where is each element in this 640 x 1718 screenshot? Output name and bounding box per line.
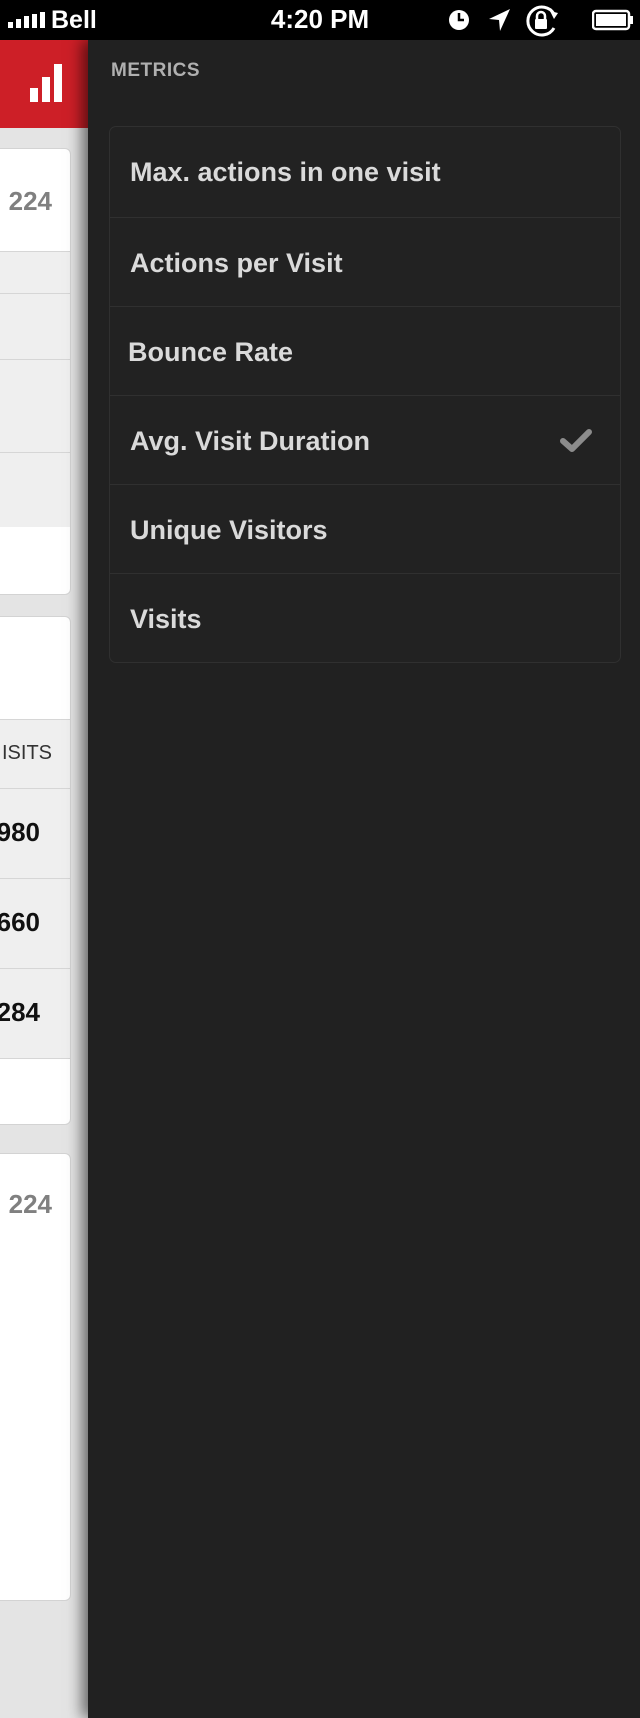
metric-label: Max. actions in one visit xyxy=(130,157,441,187)
chart-card[interactable]: 224 xyxy=(0,1153,71,1601)
checkmark-icon xyxy=(560,429,592,452)
table-row[interactable]: 660 xyxy=(0,878,70,969)
visits-table-card[interactable]: ISITS 980 660 284 xyxy=(0,616,71,1125)
metric-item-bounce-rate[interactable]: Bounce Rate xyxy=(110,306,620,395)
card-row xyxy=(0,251,70,294)
metric-label: Avg. Visit Duration xyxy=(130,426,371,456)
rotation-lock-icon xyxy=(526,5,558,37)
metric-label: Bounce Rate xyxy=(128,337,294,367)
table-header-row: ISITS xyxy=(0,719,70,789)
main-content-panel: 224 ISITS 980 660 284 224 xyxy=(0,40,88,1718)
chart-value: 224 xyxy=(8,1189,52,1219)
battery-icon xyxy=(592,9,633,31)
summary-card[interactable]: 224 xyxy=(0,148,71,595)
row-value: 660 xyxy=(0,907,40,937)
row-value: 284 xyxy=(0,997,40,1027)
metrics-drawer: METRICS Max. actions in one visit Action… xyxy=(88,40,640,1718)
metric-item-unique-visitors[interactable]: Unique Visitors xyxy=(110,484,620,573)
row-value: 980 xyxy=(0,817,40,847)
metric-item-max-actions[interactable]: Max. actions in one visit xyxy=(110,127,620,217)
metrics-list: Max. actions in one visit Actions per Vi… xyxy=(109,126,621,663)
table-row[interactable]: 980 xyxy=(0,788,70,879)
card-row xyxy=(0,359,70,453)
column-header: ISITS xyxy=(1,742,52,764)
metric-item-avg-visit-duration[interactable]: Avg. Visit Duration xyxy=(110,395,620,484)
app-header xyxy=(0,40,88,128)
status-bar: Bell 4:20 PM xyxy=(0,0,640,40)
table-row[interactable]: 284 xyxy=(0,968,70,1059)
metric-item-visits[interactable]: Visits xyxy=(110,573,620,662)
card-row xyxy=(0,293,70,360)
metric-item-actions-per-visit[interactable]: Actions per Visit xyxy=(110,217,620,306)
location-arrow-icon xyxy=(489,9,510,31)
metrics-section-title: METRICS xyxy=(111,60,200,81)
metric-label: Actions per Visit xyxy=(130,248,343,278)
summary-value: 224 xyxy=(8,186,52,216)
metric-label: Unique Visitors xyxy=(130,515,328,545)
card-footer xyxy=(0,1058,70,1124)
metric-label: Visits xyxy=(130,604,202,634)
bar-chart-icon[interactable] xyxy=(30,64,62,102)
clock-icon xyxy=(449,10,469,30)
card-row xyxy=(0,452,70,527)
